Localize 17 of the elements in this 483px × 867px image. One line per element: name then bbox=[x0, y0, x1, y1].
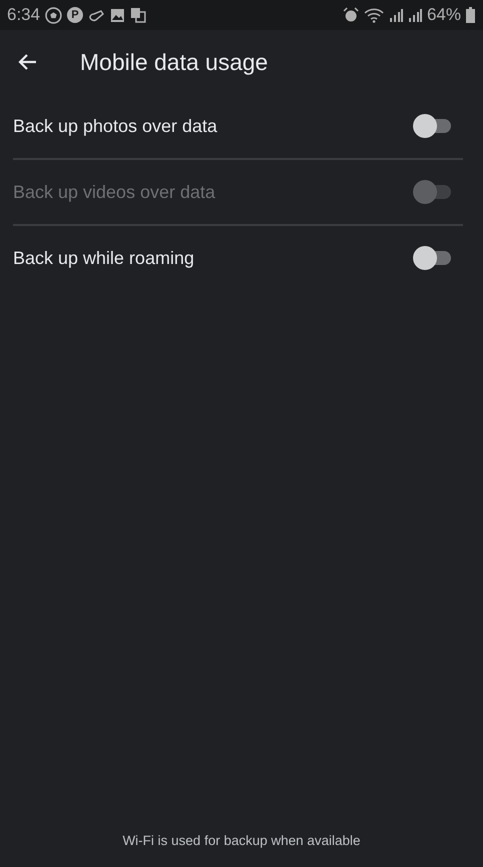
wifi-icon bbox=[364, 8, 384, 22]
soccer-ball-icon bbox=[45, 6, 62, 24]
setting-label: Back up while roaming bbox=[13, 248, 196, 268]
setting-label: Back up photos over data bbox=[13, 116, 218, 136]
footer-note: Wi‑Fi is used for backup when available bbox=[122, 833, 360, 848]
parking-badge: P bbox=[67, 7, 84, 23]
signal-icon bbox=[408, 8, 422, 22]
toggle-switch[interactable] bbox=[413, 246, 451, 270]
clock-time: 6:34 bbox=[7, 5, 40, 25]
alarm-icon bbox=[342, 7, 359, 23]
signal-icon bbox=[388, 8, 403, 22]
toggle-switch[interactable] bbox=[413, 114, 451, 138]
setting-label: Back up videos over data bbox=[13, 182, 216, 202]
battery-percent: 64% bbox=[426, 5, 461, 25]
image-icon bbox=[110, 8, 126, 22]
screen-title: Mobile data usage bbox=[80, 48, 268, 76]
battery-icon bbox=[466, 7, 475, 23]
